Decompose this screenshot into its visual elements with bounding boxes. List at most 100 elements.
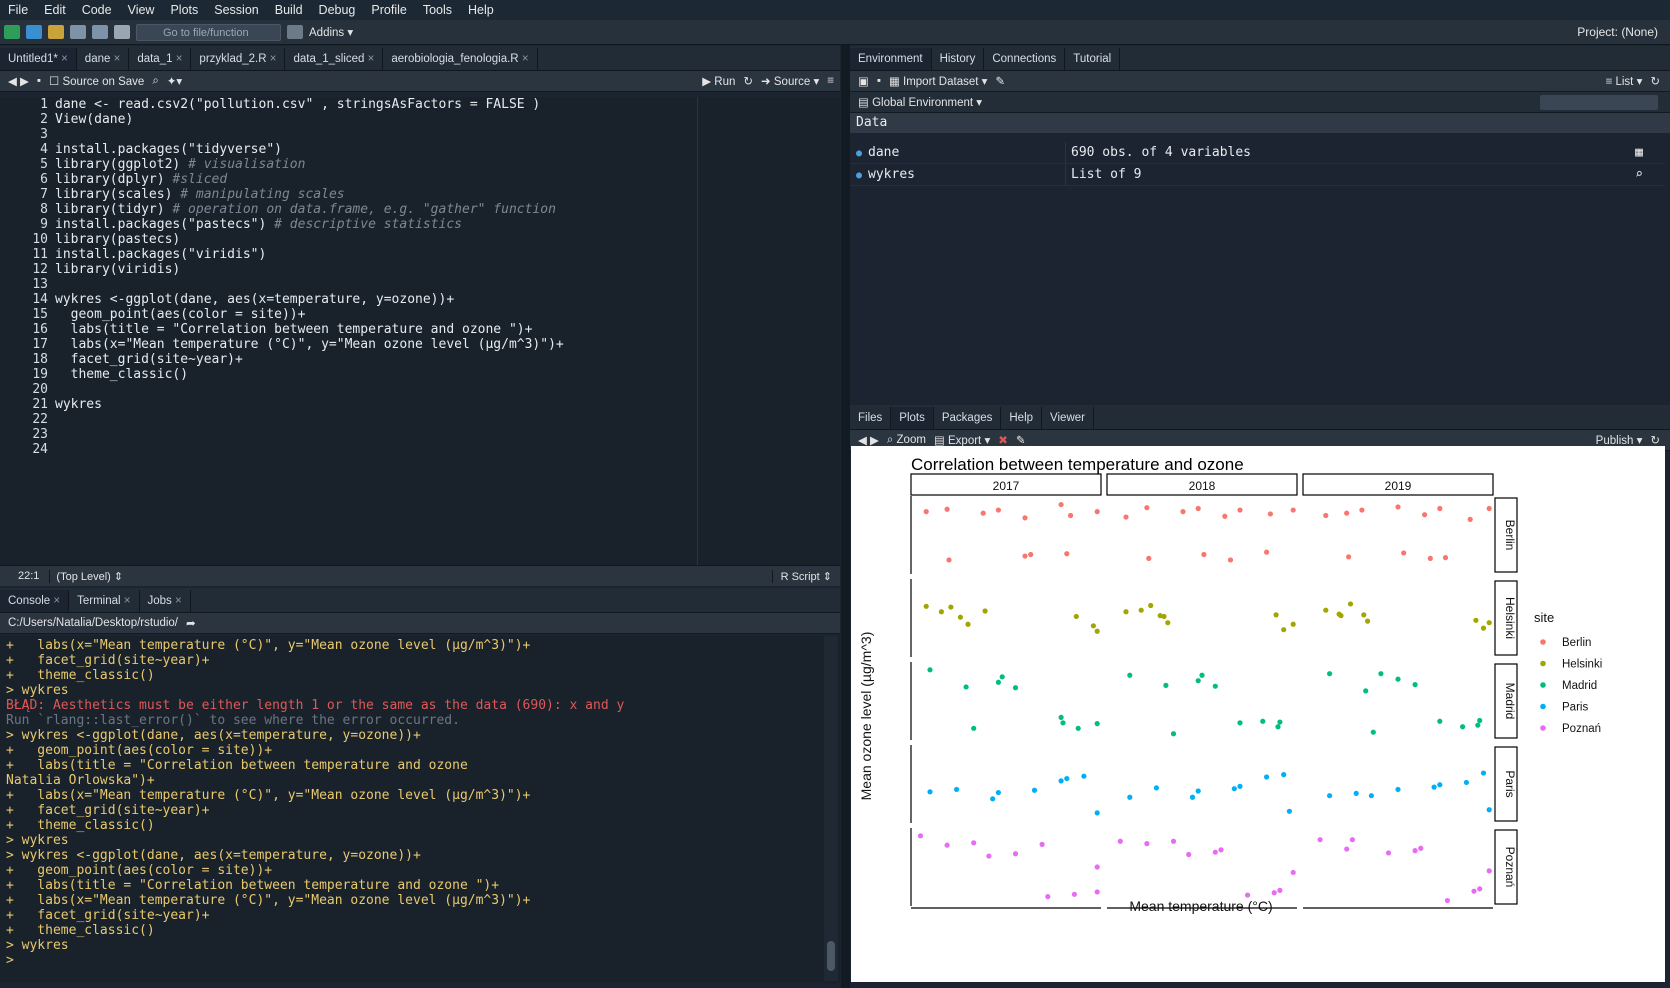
tab-data-1[interactable]: data_1 × bbox=[129, 48, 192, 70]
tab-dane[interactable]: dane × bbox=[77, 48, 130, 70]
code-line[interactable] bbox=[55, 412, 564, 427]
new-file-icon[interactable] bbox=[4, 25, 20, 39]
clear-plots-icon[interactable]: ✎ bbox=[1016, 433, 1026, 447]
pane-splitter[interactable] bbox=[841, 45, 850, 988]
tab-help[interactable]: Help bbox=[1001, 407, 1043, 429]
code-line[interactable]: View(dane) bbox=[55, 112, 564, 127]
close-tab-icon[interactable]: × bbox=[519, 53, 529, 65]
save-source-icon[interactable]: ▪ bbox=[37, 75, 41, 87]
wand-icon[interactable]: ✦▾ bbox=[167, 74, 182, 88]
code-line[interactable]: install.packages("viridis") bbox=[55, 247, 564, 262]
code-line[interactable]: wykres <-ggplot(dane, aes(x=temperature,… bbox=[55, 292, 564, 307]
code-line[interactable]: wykres bbox=[55, 397, 564, 412]
menu-plots[interactable]: Plots bbox=[162, 3, 206, 17]
menu-profile[interactable]: Profile bbox=[363, 3, 414, 17]
tab-untitled1-[interactable]: Untitled1* × bbox=[0, 48, 77, 70]
code-line[interactable]: facet_grid(site~year)+ bbox=[55, 352, 564, 367]
export-button[interactable]: ▤ Export ▾ bbox=[934, 433, 990, 447]
tab-data-1-sliced[interactable]: data_1_sliced × bbox=[285, 48, 384, 70]
zoom-button[interactable]: ⌕ Zoom bbox=[887, 434, 926, 447]
global-env-menu[interactable]: ▤ Global Environment ▾ bbox=[858, 95, 982, 109]
view-object-icon[interactable]: ⌕ bbox=[1635, 164, 1643, 185]
import-dataset-button[interactable]: ▦ Import Dataset ▾ bbox=[889, 74, 987, 88]
code-line[interactable] bbox=[55, 382, 564, 397]
save-workspace-icon[interactable]: ▪ bbox=[877, 75, 881, 87]
menu-file[interactable]: File bbox=[0, 3, 36, 17]
tab-jobs[interactable]: Jobs × bbox=[140, 590, 191, 612]
tab-history[interactable]: History bbox=[932, 48, 985, 70]
tab-console[interactable]: Console × bbox=[0, 590, 70, 612]
close-tab-icon[interactable]: × bbox=[364, 53, 375, 65]
tab-files[interactable]: Files bbox=[850, 407, 892, 429]
search-icon[interactable]: ⌕ bbox=[152, 75, 158, 88]
tab-viewer[interactable]: Viewer bbox=[1042, 407, 1094, 429]
code-line[interactable] bbox=[55, 277, 564, 292]
code-line[interactable] bbox=[55, 127, 564, 142]
code-line[interactable]: theme_classic() bbox=[55, 367, 564, 382]
menu-code[interactable]: Code bbox=[74, 3, 120, 17]
tab-aerobiologia-fenologia-r[interactable]: aerobiologia_fenologia.R × bbox=[383, 48, 538, 70]
back-icon[interactable]: ◀ ▶ bbox=[8, 74, 29, 88]
publish-button[interactable]: Publish ▾ bbox=[1596, 433, 1643, 447]
load-workspace-icon[interactable]: ▣ bbox=[858, 74, 869, 88]
menu-build[interactable]: Build bbox=[267, 3, 311, 17]
rerun-icon[interactable]: ↻ bbox=[743, 74, 753, 88]
menu-help[interactable]: Help bbox=[460, 3, 502, 17]
new-project-icon[interactable] bbox=[26, 25, 42, 39]
close-tab-icon[interactable]: × bbox=[172, 595, 182, 607]
code-line[interactable] bbox=[55, 442, 564, 457]
menu-debug[interactable]: Debug bbox=[311, 3, 364, 17]
grid-icon[interactable] bbox=[287, 25, 303, 39]
menu-edit[interactable]: Edit bbox=[36, 3, 74, 17]
addins-menu[interactable]: Addins ▾ bbox=[309, 25, 353, 39]
menu-tools[interactable]: Tools bbox=[415, 3, 460, 17]
code-line[interactable] bbox=[55, 427, 564, 442]
print-icon[interactable] bbox=[114, 25, 130, 39]
open-file-icon[interactable] bbox=[48, 25, 64, 39]
tab-packages[interactable]: Packages bbox=[934, 407, 1002, 429]
broom-icon[interactable]: ✎ bbox=[995, 74, 1005, 88]
console-output[interactable]: + labs(x="Mean temperature (°C)", y="Mea… bbox=[0, 636, 840, 983]
code-line[interactable]: library(tidyr) # operation on data.frame… bbox=[55, 202, 564, 217]
code-lines[interactable]: dane <- read.csv2("pollution.csv" , stri… bbox=[55, 97, 564, 457]
code-line[interactable]: dane <- read.csv2("pollution.csv" , stri… bbox=[55, 97, 564, 112]
code-editor[interactable]: 1 2 3 4 5 6 7 8 9 10 11 12 13 14 15 16 17 18 19 20 21 22 23 24 … bbox=[0, 97, 840, 565]
tab-environment[interactable]: Environment bbox=[850, 48, 932, 70]
close-tab-icon[interactable]: × bbox=[110, 53, 121, 65]
list-view-menu[interactable]: ≡ List ▾ bbox=[1606, 74, 1643, 88]
code-line[interactable]: labs(title = "Correlation between temper… bbox=[55, 322, 564, 337]
console-scrollbar[interactable] bbox=[824, 636, 838, 981]
console-path[interactable]: C:/Users/Natalia/Desktop/rstudio/ bbox=[8, 617, 178, 629]
code-line[interactable]: library(ggplot2) # visualisation bbox=[55, 157, 564, 172]
save-all-icon[interactable] bbox=[92, 25, 108, 39]
plot-refresh-icon[interactable]: ↻ bbox=[1650, 433, 1660, 447]
close-tab-icon[interactable]: × bbox=[173, 53, 183, 65]
close-tab-icon[interactable]: × bbox=[267, 53, 277, 65]
outline-icon[interactable]: ≡ bbox=[827, 75, 834, 87]
code-line[interactable]: labs(x="Mean temperature (°C)", y="Mean … bbox=[55, 337, 564, 352]
expand-icon[interactable]: ● bbox=[856, 148, 862, 159]
env-row[interactable]: ● wykres List of 9 ⌕ bbox=[850, 164, 1665, 186]
code-line[interactable]: library(dplyr) #sliced bbox=[55, 172, 564, 187]
code-line[interactable]: install.packages("tidyverse") bbox=[55, 142, 564, 157]
source-button[interactable]: ➜ Source ▾ bbox=[761, 74, 819, 88]
save-icon[interactable] bbox=[70, 25, 86, 39]
file-type-menu[interactable]: R Script ⇕ bbox=[771, 569, 840, 583]
tab-tutorial[interactable]: Tutorial bbox=[1065, 48, 1121, 70]
code-line[interactable]: library(scales) # manipulating scales bbox=[55, 187, 564, 202]
remove-plot-icon[interactable]: ✖ bbox=[998, 433, 1008, 447]
view-table-icon[interactable]: ▦ bbox=[1635, 142, 1643, 163]
tab-terminal[interactable]: Terminal × bbox=[69, 590, 140, 612]
run-button[interactable]: ▶ Run bbox=[702, 74, 735, 88]
code-line[interactable]: library(viridis) bbox=[55, 262, 564, 277]
env-search-input[interactable] bbox=[1540, 94, 1658, 110]
expand-icon[interactable]: ● bbox=[856, 170, 862, 181]
close-tab-icon[interactable]: × bbox=[50, 595, 60, 607]
plot-back-icon[interactable]: ◀ ▶ bbox=[858, 433, 879, 447]
tab-connections[interactable]: Connections bbox=[984, 48, 1066, 70]
env-row[interactable]: ● dane 690 obs. of 4 variables ▦ bbox=[850, 142, 1665, 164]
menu-session[interactable]: Session bbox=[206, 3, 266, 17]
tab-przyklad-2-r[interactable]: przyklad_2.R × bbox=[191, 48, 286, 70]
close-tab-icon[interactable]: × bbox=[58, 53, 68, 65]
code-line[interactable]: geom_point(aes(color = site))+ bbox=[55, 307, 564, 322]
